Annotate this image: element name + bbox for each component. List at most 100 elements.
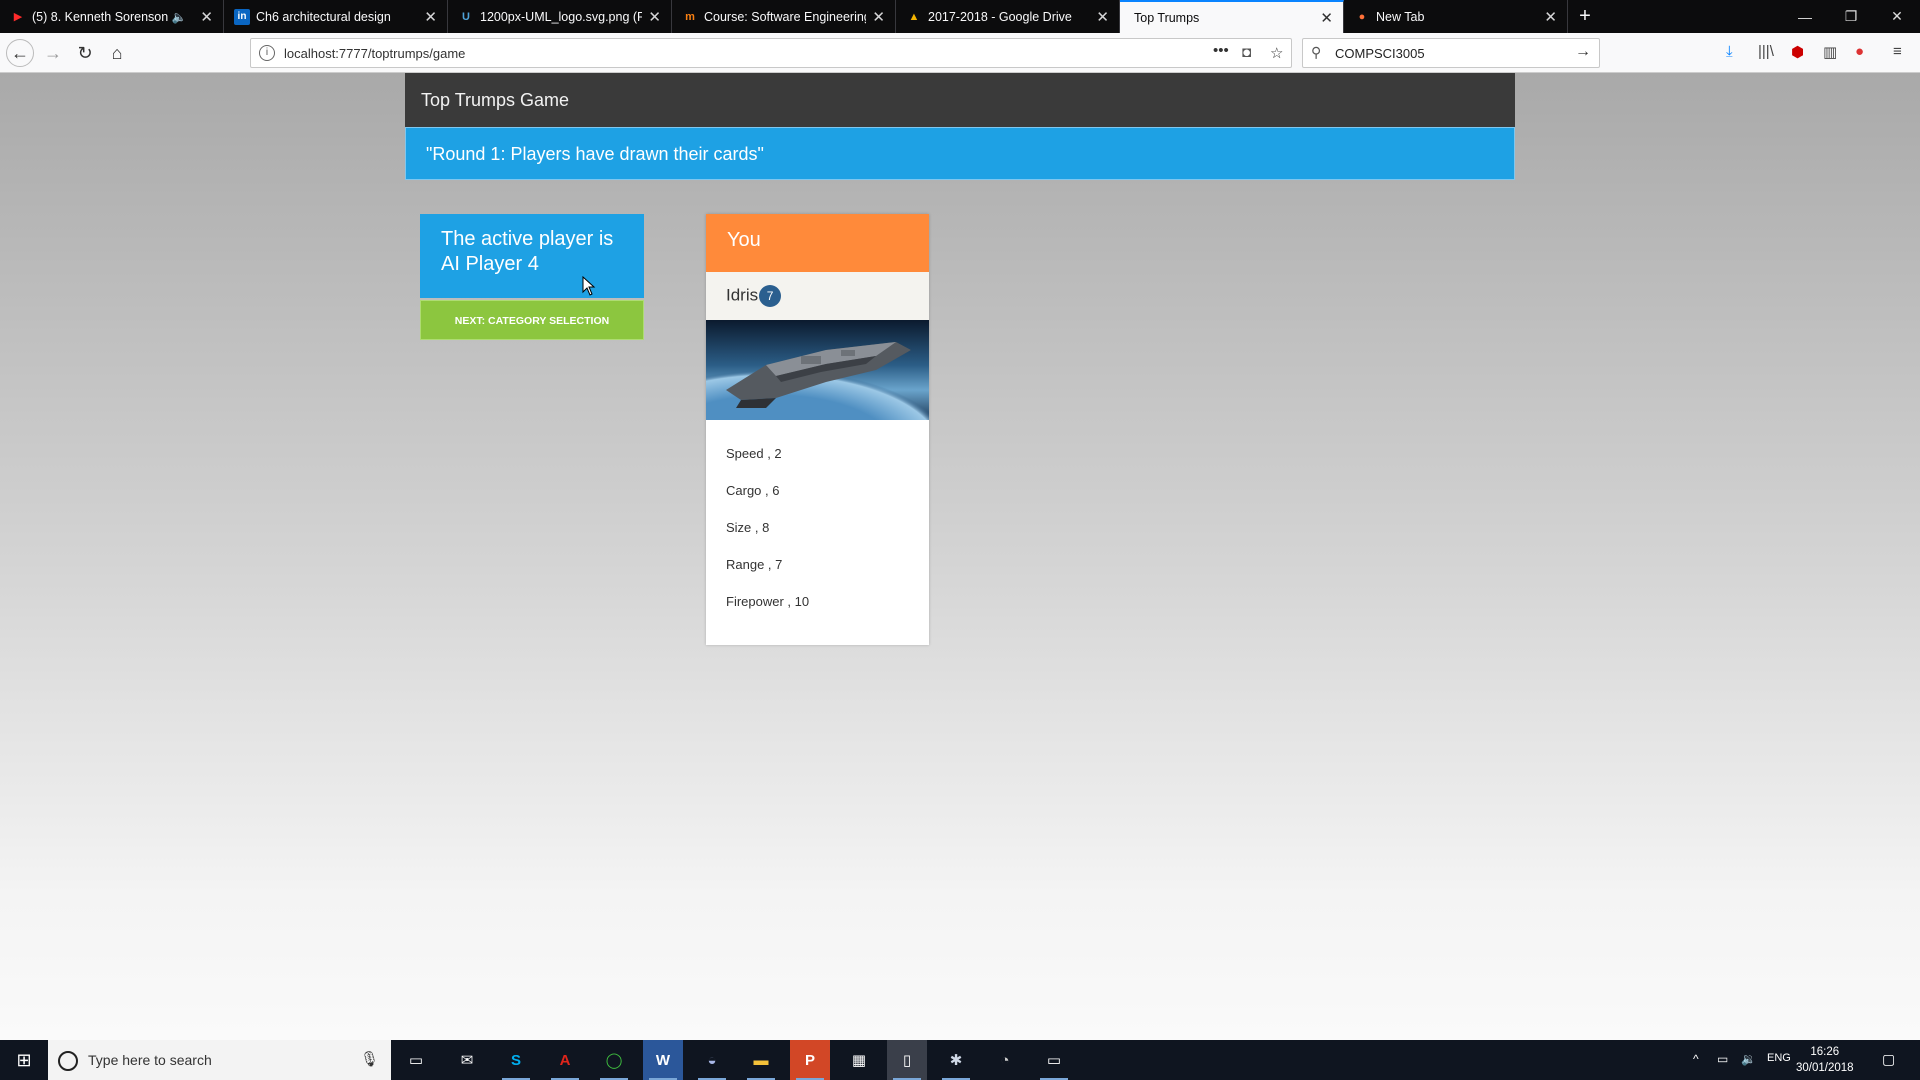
taskbar-search-input[interactable]: Type here to search xyxy=(88,1052,212,1068)
volume-icon[interactable]: 🔉 xyxy=(1741,1052,1756,1066)
home-icon[interactable]: ⌂ xyxy=(103,39,131,67)
round-status-bar: "Round 1: Players have drawn their cards… xyxy=(405,127,1515,180)
new-tab-button[interactable]: + xyxy=(1568,0,1602,33)
mouse-cursor-icon xyxy=(582,276,596,296)
library-icon[interactable]: |||\ xyxy=(1758,43,1774,60)
stat-size[interactable]: Size , 8 xyxy=(726,520,809,557)
clock[interactable]: 16:26 30/01/2018 xyxy=(1796,1044,1854,1076)
close-tab-icon[interactable]: ✕ xyxy=(1096,8,1109,26)
site-info-icon[interactable]: i xyxy=(259,45,275,61)
pocket-icon[interactable]: ◘ xyxy=(1242,44,1251,61)
moodle-icon: m xyxy=(685,10,695,23)
app-tool-icon[interactable]: ✱ xyxy=(936,1040,976,1080)
stat-range[interactable]: Range , 7 xyxy=(726,557,809,594)
close-window-icon[interactable]: ✕ xyxy=(1874,0,1920,33)
speaker-icon[interactable]: 🔈 xyxy=(171,10,186,24)
calculator-icon[interactable]: ▦ xyxy=(839,1040,879,1080)
downloads-icon[interactable]: ⤓ xyxy=(1726,43,1733,60)
navigation-bar: ← → ↻ ⌂ i localhost:7777/toptrumps/game … xyxy=(0,33,1920,73)
taskbar: ⊞ Type here to search 🎙 ▭ ✉ S A ◯ W ◒ ▬ … xyxy=(0,1040,1920,1080)
stat-cargo[interactable]: Cargo , 6 xyxy=(726,483,809,520)
page-actions-icon[interactable]: ••• xyxy=(1213,42,1229,59)
acrobat-icon[interactable]: A xyxy=(545,1040,585,1080)
tab-course[interactable]: m Course: Software Engineering I ✕ xyxy=(672,0,896,33)
active-player-panel: The active player is AI Player 4 NEXT: C… xyxy=(420,214,644,341)
skype-icon[interactable]: S xyxy=(496,1040,536,1080)
player-card: You Idris 7 Speed , 2 Cargo , 6 Size , 8… xyxy=(706,214,929,645)
forward-icon[interactable]: → xyxy=(39,39,67,67)
notepad-icon[interactable]: ▯ xyxy=(887,1040,927,1080)
cortana-icon xyxy=(58,1051,78,1071)
card-name-row: Idris 7 xyxy=(706,272,929,320)
close-tab-icon[interactable]: ✕ xyxy=(872,8,885,26)
notifications-icon[interactable]: ▢ xyxy=(1882,1051,1895,1068)
linkedin-icon: in xyxy=(234,8,250,25)
app-circle-icon[interactable]: ◔ xyxy=(985,1040,1025,1080)
search-go-icon[interactable]: → xyxy=(1575,43,1591,61)
reload-icon[interactable]: ↻ xyxy=(71,39,99,67)
close-tab-icon[interactable]: ✕ xyxy=(1544,8,1557,26)
tab-top-trumps[interactable]: Top Trumps ✕ xyxy=(1120,0,1344,33)
tab-new-tab[interactable]: ● New Tab ✕ xyxy=(1344,0,1568,33)
tab-google-drive[interactable]: ▲ 2017-2018 - Google Drive ✕ xyxy=(896,0,1120,33)
tab-youtube[interactable]: ▶ (5) 8. Kenneth Sorenson - S 🔈 ✕ xyxy=(0,0,224,33)
spaceship-image xyxy=(706,320,929,420)
card-name: Idris xyxy=(726,285,759,305)
firefox-icon: ● xyxy=(1358,10,1366,23)
google-drive-icon: ▲ xyxy=(908,10,920,23)
terminal-icon[interactable]: ▭ xyxy=(1034,1040,1074,1080)
bookmark-star-icon[interactable]: ☆ xyxy=(1270,44,1283,62)
close-tab-icon[interactable]: ✕ xyxy=(424,8,437,26)
taskbar-search[interactable]: Type here to search 🎙 xyxy=(48,1040,391,1080)
tab-title: (5) 8. Kenneth Sorenson - S xyxy=(32,9,171,24)
restore-icon[interactable]: ❐ xyxy=(1828,0,1874,33)
tab-uml-logo[interactable]: U 1200px-UML_logo.svg.png (PN ✕ xyxy=(448,0,672,33)
clock-date: 30/01/2018 xyxy=(1796,1062,1854,1074)
tray-chevron-icon[interactable]: ^ xyxy=(1693,1052,1699,1066)
windows-start-icon[interactable]: ⊞ xyxy=(0,1040,48,1080)
stat-firepower[interactable]: Firepower , 10 xyxy=(726,594,809,631)
tab-title: 1200px-UML_logo.svg.png (PN xyxy=(480,9,643,24)
word-icon[interactable]: W xyxy=(643,1040,683,1080)
tab-title: Top Trumps xyxy=(1134,10,1200,25)
next-category-selection-button[interactable]: NEXT: CATEGORY SELECTION xyxy=(420,300,644,340)
close-tab-icon[interactable]: ✕ xyxy=(200,8,213,26)
mail-icon[interactable]: ✉ xyxy=(447,1040,487,1080)
powerpoint-icon[interactable]: P xyxy=(790,1040,830,1080)
clock-time: 16:26 xyxy=(1810,1046,1840,1058)
app-green-ring-icon[interactable]: ◯ xyxy=(594,1040,634,1080)
extension-icon[interactable]: ● xyxy=(1855,43,1864,60)
eclipse-icon[interactable]: ◒ xyxy=(692,1040,732,1080)
tab-strip: ▶ (5) 8. Kenneth Sorenson - S 🔈 ✕ in Ch6… xyxy=(0,0,1920,33)
close-tab-icon[interactable]: ✕ xyxy=(1320,9,1333,27)
uml-icon: U xyxy=(462,10,470,23)
page-title: Top Trumps Game xyxy=(405,73,1515,127)
close-tab-icon[interactable]: ✕ xyxy=(648,8,661,26)
task-view-icon[interactable]: ▭ xyxy=(396,1040,436,1080)
tab-linkedin[interactable]: in Ch6 architectural design ✕ xyxy=(224,0,448,33)
menu-icon[interactable]: ≡ xyxy=(1893,43,1902,60)
search-bar[interactable]: ⚲ COMPSCI3005 → xyxy=(1302,38,1600,68)
card-count-badge: 7 xyxy=(759,285,782,307)
search-input[interactable]: COMPSCI3005 xyxy=(1335,46,1425,61)
microphone-icon[interactable]: 🎙 xyxy=(360,1050,379,1068)
url-bar[interactable]: i localhost:7777/toptrumps/game ••• ◘ ☆ xyxy=(250,38,1292,68)
card-owner: You xyxy=(706,214,929,272)
sidebar-icon[interactable]: ▥ xyxy=(1823,43,1837,61)
page-content: Top Trumps Game "Round 1: Players have d… xyxy=(0,73,1920,1040)
stat-speed[interactable]: Speed , 2 xyxy=(726,446,809,483)
url-text[interactable]: localhost:7777/toptrumps/game xyxy=(284,46,465,61)
tab-title: Ch6 architectural design xyxy=(256,9,391,24)
active-player-message: The active player is AI Player 4 xyxy=(420,214,644,298)
back-icon[interactable]: ← xyxy=(6,39,34,67)
search-icon: ⚲ xyxy=(1311,44,1322,60)
tab-title: 2017-2018 - Google Drive xyxy=(928,9,1072,24)
card-stats-list: Speed , 2 Cargo , 6 Size , 8 Range , 7 F… xyxy=(726,446,809,631)
youtube-icon: ▶ xyxy=(13,11,23,23)
minimize-icon[interactable]: — xyxy=(1782,0,1828,33)
tab-title: Course: Software Engineering I xyxy=(704,9,867,24)
ublock-icon[interactable]: ⬢ xyxy=(1791,43,1804,61)
battery-icon[interactable]: ▭ xyxy=(1717,1052,1728,1066)
file-explorer-icon[interactable]: ▬ xyxy=(741,1040,781,1080)
language-indicator[interactable]: ENG xyxy=(1767,1052,1791,1064)
